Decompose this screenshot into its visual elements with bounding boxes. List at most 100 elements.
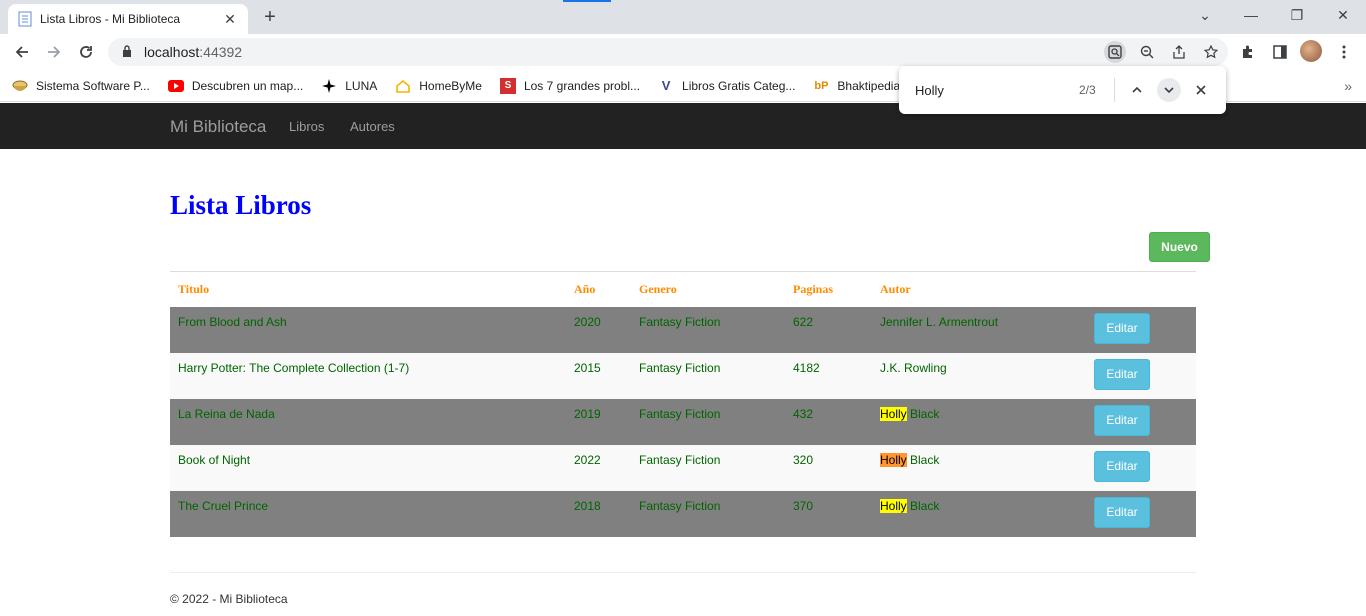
new-tab-button[interactable]: + (258, 6, 282, 28)
table-header-row: Titulo Año Genero Paginas Autor (170, 271, 1196, 307)
s-icon: S (499, 77, 516, 94)
tab-loading-indicator (563, 0, 611, 2)
cell-autor: Jennifer L. Armentrout (872, 306, 1086, 353)
cell-anio: 2018 (566, 490, 631, 537)
cell-anio: 2022 (566, 444, 631, 491)
lock-icon[interactable] (122, 44, 132, 60)
find-highlight-current: Holly (880, 452, 907, 467)
navbar-brand[interactable]: Mi Biblioteca (170, 117, 266, 137)
extensions-puzzle-icon[interactable] (1234, 38, 1262, 66)
new-book-button[interactable]: Nuevo (1149, 232, 1210, 262)
autor-rest: Black (906, 452, 940, 467)
back-arrow-icon[interactable] (8, 38, 36, 66)
cell-autor: Holly Black (872, 490, 1086, 537)
footer-divider (170, 572, 1196, 573)
table-row: From Blood and Ash 2020 Fantasy Fiction … (170, 306, 1196, 353)
profile-avatar[interactable] (1300, 40, 1322, 62)
find-highlight: Holly (880, 498, 907, 513)
edit-button[interactable]: Editar (1094, 496, 1150, 528)
bookmark-item[interactable]: Descubren un map... (167, 78, 304, 94)
table-row: Book of Night 2022 Fantasy Fiction 320 H… (170, 444, 1196, 491)
bookmark-label: HomeByMe (419, 78, 482, 93)
bookmark-label: Libros Gratis Categ... (682, 78, 796, 93)
find-in-page-icon[interactable] (1104, 41, 1126, 63)
find-bar: Holly 2/3 (899, 66, 1226, 114)
find-close-icon[interactable] (1189, 78, 1213, 102)
youtube-icon (167, 78, 184, 94)
bowl-icon (12, 78, 28, 94)
table-row: La Reina de Nada 2019 Fantasy Fiction 43… (170, 398, 1196, 445)
address-bar[interactable]: localhost:44392 (108, 38, 1228, 66)
bp-icon: bP (814, 79, 829, 92)
autor-rest: Black (906, 498, 940, 513)
column-header-titulo: Titulo (170, 271, 566, 307)
restore-button[interactable]: ❐ (1274, 0, 1320, 30)
edit-button[interactable]: Editar (1094, 404, 1150, 436)
cell-paginas: 4182 (785, 352, 872, 399)
find-next-chevron-down-icon[interactable] (1157, 78, 1181, 102)
share-icon[interactable] (1168, 41, 1190, 63)
cell-paginas: 370 (785, 490, 872, 537)
column-header-genero: Genero (631, 271, 785, 307)
sparkle-icon (321, 78, 337, 94)
bookmark-label: LUNA (345, 78, 378, 93)
bookmark-item[interactable]: V Libros Gratis Categ... (658, 78, 796, 94)
find-previous-chevron-up-icon[interactable] (1125, 78, 1149, 102)
cell-genero: Fantasy Fiction (631, 352, 785, 399)
page-icon (18, 11, 32, 27)
tab-search-chevron-icon[interactable]: ⌄ (1182, 0, 1228, 30)
reload-icon[interactable] (72, 38, 100, 66)
cell-titulo: From Blood and Ash (170, 306, 566, 353)
tab-title: Lista Libros - Mi Biblioteca (40, 12, 181, 26)
table-row: Harry Potter: The Complete Collection (1… (170, 352, 1196, 399)
v-icon: V (661, 78, 671, 93)
table-row: The Cruel Prince 2018 Fantasy Fiction 37… (170, 490, 1196, 537)
nav-link-autores[interactable]: Autores (350, 119, 395, 134)
url-host: localhost (144, 44, 200, 60)
cell-autor: Holly Black (872, 398, 1086, 445)
more-bookmarks-chevron-icon[interactable]: » (1344, 78, 1352, 94)
cell-autor: Holly Black (872, 444, 1086, 491)
footer-text: © 2022 - Mi Biblioteca (170, 592, 288, 606)
cell-genero: Fantasy Fiction (631, 444, 785, 491)
bookmark-label: Descubren un map... (191, 78, 304, 93)
find-match-count: 2/3 (1079, 83, 1096, 97)
cell-titulo: La Reina de Nada (170, 398, 566, 445)
cell-anio: 2015 (566, 352, 631, 399)
browser-tab[interactable]: Lista Libros - Mi Biblioteca ✕ (8, 4, 248, 34)
side-panel-icon[interactable] (1266, 38, 1294, 66)
cell-genero: Fantasy Fiction (631, 398, 785, 445)
cell-paginas: 320 (785, 444, 872, 491)
bookmark-label: Sistema Software P... (36, 78, 150, 93)
home-icon (395, 78, 411, 94)
bookmark-item[interactable]: S Los 7 grandes probl... (499, 77, 640, 94)
close-window-button[interactable]: ✕ (1320, 0, 1366, 30)
bookmark-item[interactable]: HomeByMe (395, 78, 482, 94)
forward-arrow-icon[interactable] (40, 38, 68, 66)
minimize-button[interactable]: — (1228, 0, 1274, 30)
cell-paginas: 432 (785, 398, 872, 445)
edit-button[interactable]: Editar (1094, 358, 1150, 390)
cell-genero: Fantasy Fiction (631, 306, 785, 353)
menu-kebab-icon[interactable] (1330, 38, 1358, 66)
cell-anio: 2020 (566, 306, 631, 353)
column-header-actions (1086, 271, 1196, 307)
nav-link-libros[interactable]: Libros (289, 119, 324, 134)
page-title: Lista Libros (170, 190, 312, 220)
edit-button[interactable]: Editar (1094, 450, 1150, 482)
autor-rest: Black (906, 406, 940, 421)
cell-paginas: 622 (785, 306, 872, 353)
find-input[interactable]: Holly (915, 83, 1065, 98)
close-tab-icon[interactable]: ✕ (222, 11, 238, 27)
column-header-paginas: Paginas (785, 271, 872, 307)
zoom-out-icon[interactable] (1136, 41, 1158, 63)
cell-genero: Fantasy Fiction (631, 490, 785, 537)
bookmark-item[interactable]: Sistema Software P... (12, 78, 150, 94)
cell-anio: 2019 (566, 398, 631, 445)
column-header-autor: Autor (872, 271, 1086, 307)
bookmark-star-icon[interactable] (1200, 41, 1222, 63)
column-header-anio: Año (566, 271, 631, 307)
edit-button[interactable]: Editar (1094, 312, 1150, 344)
find-highlight: Holly (880, 406, 907, 421)
bookmark-item[interactable]: LUNA (321, 78, 377, 94)
